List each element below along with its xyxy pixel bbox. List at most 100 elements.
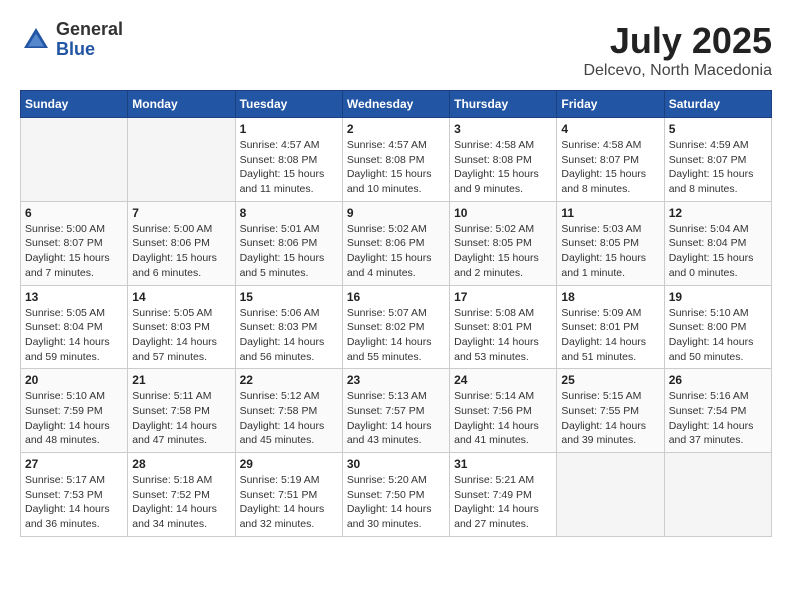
calendar-cell: 9 Sunrise: 5:02 AMSunset: 8:06 PMDaylight… <box>342 201 449 285</box>
day-header: Saturday <box>664 91 771 118</box>
day-info: Sunrise: 5:19 AMSunset: 7:51 PMDaylight:… <box>240 473 338 532</box>
day-info: Sunrise: 5:21 AMSunset: 7:49 PMDaylight:… <box>454 473 552 532</box>
day-number: 9 <box>347 206 445 220</box>
day-info: Sunrise: 5:20 AMSunset: 7:50 PMDaylight:… <box>347 473 445 532</box>
day-info: Sunrise: 5:03 AMSunset: 8:05 PMDaylight:… <box>561 222 659 281</box>
day-header: Friday <box>557 91 664 118</box>
calendar-week: 20 Sunrise: 5:10 AMSunset: 7:59 PMDayligh… <box>21 369 772 453</box>
day-number: 8 <box>240 206 338 220</box>
day-number: 24 <box>454 373 552 387</box>
day-info: Sunrise: 5:02 AMSunset: 8:06 PMDaylight:… <box>347 222 445 281</box>
calendar-cell: 11 Sunrise: 5:03 AMSunset: 8:05 PMDayligh… <box>557 201 664 285</box>
day-number: 26 <box>669 373 767 387</box>
day-number: 28 <box>132 457 230 471</box>
day-number: 12 <box>669 206 767 220</box>
day-info: Sunrise: 5:04 AMSunset: 8:04 PMDaylight:… <box>669 222 767 281</box>
calendar-cell: 15Sunrise: 5:06 AMSunset: 8:03 PMDayligh… <box>235 285 342 369</box>
day-info: Sunrise: 5:14 AMSunset: 7:56 PMDaylight:… <box>454 389 552 448</box>
day-info: Sunrise: 5:00 AMSunset: 8:07 PMDaylight:… <box>25 222 123 281</box>
day-info: Sunrise: 5:15 AMSunset: 7:55 PMDaylight:… <box>561 389 659 448</box>
day-header: Thursday <box>450 91 557 118</box>
day-number: 6 <box>25 206 123 220</box>
day-header: Tuesday <box>235 91 342 118</box>
calendar-cell: 12 Sunrise: 5:04 AMSunset: 8:04 PMDayligh… <box>664 201 771 285</box>
day-number: 18 <box>561 290 659 304</box>
calendar-cell: 17Sunrise: 5:08 AMSunset: 8:01 PMDayligh… <box>450 285 557 369</box>
calendar-cell <box>21 118 128 202</box>
calendar-cell: 5 Sunrise: 4:59 AMSunset: 8:07 PMDaylight… <box>664 118 771 202</box>
day-info: Sunrise: 5:02 AMSunset: 8:05 PMDaylight:… <box>454 222 552 281</box>
day-info: Sunrise: 5:12 AMSunset: 7:58 PMDaylight:… <box>240 389 338 448</box>
calendar-cell: 29 Sunrise: 5:19 AMSunset: 7:51 PMDayligh… <box>235 453 342 537</box>
day-info: Sunrise: 5:09 AMSunset: 8:01 PMDaylight:… <box>561 306 659 365</box>
day-info: Sunrise: 5:00 AMSunset: 8:06 PMDaylight:… <box>132 222 230 281</box>
day-number: 23 <box>347 373 445 387</box>
calendar-cell: 1 Sunrise: 4:57 AMSunset: 8:08 PMDaylight… <box>235 118 342 202</box>
calendar: SundayMondayTuesdayWednesdayThursdayFrid… <box>20 90 772 537</box>
day-number: 7 <box>132 206 230 220</box>
calendar-cell: 7 Sunrise: 5:00 AMSunset: 8:06 PMDaylight… <box>128 201 235 285</box>
logo-icon <box>20 24 52 56</box>
day-info: Sunrise: 5:05 AMSunset: 8:04 PMDaylight:… <box>25 306 123 365</box>
calendar-cell: 31 Sunrise: 5:21 AMSunset: 7:49 PMDayligh… <box>450 453 557 537</box>
calendar-cell: 19 Sunrise: 5:10 AMSunset: 8:00 PMDayligh… <box>664 285 771 369</box>
calendar-cell: 3Sunrise: 4:58 AMSunset: 8:08 PMDaylight… <box>450 118 557 202</box>
logo-general: General <box>56 20 123 40</box>
day-number: 22 <box>240 373 338 387</box>
day-info: Sunrise: 5:11 AMSunset: 7:58 PMDaylight:… <box>132 389 230 448</box>
day-number: 10 <box>454 206 552 220</box>
day-info: Sunrise: 5:17 AMSunset: 7:53 PMDaylight:… <box>25 473 123 532</box>
calendar-week: 1 Sunrise: 4:57 AMSunset: 8:08 PMDaylight… <box>21 118 772 202</box>
calendar-cell: 10 Sunrise: 5:02 AMSunset: 8:05 PMDayligh… <box>450 201 557 285</box>
day-info: Sunrise: 4:59 AMSunset: 8:07 PMDaylight:… <box>669 138 767 197</box>
calendar-cell: 23 Sunrise: 5:13 AMSunset: 7:57 PMDayligh… <box>342 369 449 453</box>
calendar-cell: 24 Sunrise: 5:14 AMSunset: 7:56 PMDayligh… <box>450 369 557 453</box>
logo: General Blue <box>20 20 123 60</box>
calendar-cell: 30 Sunrise: 5:20 AMSunset: 7:50 PMDayligh… <box>342 453 449 537</box>
calendar-week: 6 Sunrise: 5:00 AMSunset: 8:07 PMDaylight… <box>21 201 772 285</box>
day-info: Sunrise: 4:57 AMSunset: 8:08 PMDaylight:… <box>240 138 338 197</box>
title-block: July 2025 Delcevo, North Macedonia <box>583 20 772 80</box>
calendar-cell: 20 Sunrise: 5:10 AMSunset: 7:59 PMDayligh… <box>21 369 128 453</box>
day-number: 4 <box>561 122 659 136</box>
day-info: Sunrise: 5:18 AMSunset: 7:52 PMDaylight:… <box>132 473 230 532</box>
day-number: 14 <box>132 290 230 304</box>
day-number: 31 <box>454 457 552 471</box>
day-info: Sunrise: 5:16 AMSunset: 7:54 PMDaylight:… <box>669 389 767 448</box>
day-header: Sunday <box>21 91 128 118</box>
logo-text: General Blue <box>56 20 123 60</box>
day-number: 1 <box>240 122 338 136</box>
calendar-cell: 28 Sunrise: 5:18 AMSunset: 7:52 PMDayligh… <box>128 453 235 537</box>
calendar-cell: 21 Sunrise: 5:11 AMSunset: 7:58 PMDayligh… <box>128 369 235 453</box>
calendar-cell: 4Sunrise: 4:58 AMSunset: 8:07 PMDaylight… <box>557 118 664 202</box>
calendar-cell: 27 Sunrise: 5:17 AMSunset: 7:53 PMDayligh… <box>21 453 128 537</box>
day-info: Sunrise: 5:10 AMSunset: 8:00 PMDaylight:… <box>669 306 767 365</box>
day-number: 15 <box>240 290 338 304</box>
calendar-week: 13Sunrise: 5:05 AMSunset: 8:04 PMDayligh… <box>21 285 772 369</box>
day-number: 20 <box>25 373 123 387</box>
calendar-cell <box>128 118 235 202</box>
day-info: Sunrise: 5:10 AMSunset: 7:59 PMDaylight:… <box>25 389 123 448</box>
month-title: July 2025 <box>583 20 772 62</box>
calendar-week: 27 Sunrise: 5:17 AMSunset: 7:53 PMDayligh… <box>21 453 772 537</box>
day-number: 11 <box>561 206 659 220</box>
calendar-cell: 16Sunrise: 5:07 AMSunset: 8:02 PMDayligh… <box>342 285 449 369</box>
day-number: 19 <box>669 290 767 304</box>
day-number: 30 <box>347 457 445 471</box>
logo-blue: Blue <box>56 40 123 60</box>
calendar-cell: 25Sunrise: 5:15 AMSunset: 7:55 PMDayligh… <box>557 369 664 453</box>
day-info: Sunrise: 4:57 AMSunset: 8:08 PMDaylight:… <box>347 138 445 197</box>
day-info: Sunrise: 5:13 AMSunset: 7:57 PMDaylight:… <box>347 389 445 448</box>
calendar-cell: 8Sunrise: 5:01 AMSunset: 8:06 PMDaylight… <box>235 201 342 285</box>
day-info: Sunrise: 5:05 AMSunset: 8:03 PMDaylight:… <box>132 306 230 365</box>
calendar-cell: 26 Sunrise: 5:16 AMSunset: 7:54 PMDayligh… <box>664 369 771 453</box>
day-number: 29 <box>240 457 338 471</box>
location: Delcevo, North Macedonia <box>583 62 772 80</box>
day-number: 16 <box>347 290 445 304</box>
day-number: 21 <box>132 373 230 387</box>
day-header: Wednesday <box>342 91 449 118</box>
calendar-cell: 13Sunrise: 5:05 AMSunset: 8:04 PMDayligh… <box>21 285 128 369</box>
day-number: 5 <box>669 122 767 136</box>
day-number: 27 <box>25 457 123 471</box>
page-header: General Blue July 2025 Delcevo, North Ma… <box>20 20 772 80</box>
